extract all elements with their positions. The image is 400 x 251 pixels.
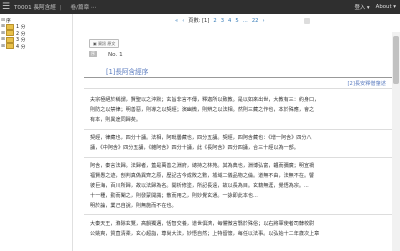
text-line: 大秦天王，滌除玄覽，高韻獨邁，恬智交養，道世俱濟，每懼微言翳於殊俗；以右將軍使者… — [90, 221, 315, 227]
paragraph: 夫宗極絕於稱謂，賢聖以之沖默；玄旨非言不傳，釋迦所以致教。是以如來出世，大教有三… — [90, 96, 390, 126]
paragraph: 阿含，秦言法歸。法歸者，蓋是萬善之淵府，總持之林苑。其為典也，淵博弘富，韞而彌廣… — [90, 162, 390, 212]
document-content: ▣ 資訊 原文 序 No. 1 [1]長阿含經序 [2]長安釋僧肇述 夫宗極絕於… — [84, 32, 392, 251]
top-navbar: ☰ T0001 長阿含經 | 卷/篇章 ⋯ 登入 ▾ About ▾ — [0, 0, 400, 14]
text-line: 明於論，業己自說，則無施而不在也。 — [90, 202, 177, 209]
paragraph-divider — [84, 129, 392, 130]
tree-item-label[interactable]: 序 — [6, 17, 11, 24]
page-link[interactable]: 4 — [228, 18, 231, 24]
doc-name[interactable]: 長阿含經 — [33, 5, 55, 11]
page-link[interactable]: 22 — [252, 18, 259, 24]
tree-item-label[interactable]: 4 分 — [16, 43, 25, 50]
paragraph: 契經，律藏也，四分十誦。法相，阿毗曇藏也，四分五誦。契經，四阿含藏也：《增一阿含… — [90, 134, 390, 154]
about-dropdown[interactable]: About ▾ — [376, 4, 396, 10]
current-page: 頁數: [1] — [188, 18, 210, 24]
folder-icon — [6, 30, 14, 37]
paragraph-divider — [84, 157, 392, 158]
sidebar-tree: ⊟ 序 ⊞ 1 分 ⊞ 2 分 ⊞ 3 分 ⊞ 4 分 — [0, 14, 73, 251]
first-page-link[interactable]: « — [175, 18, 178, 24]
pagination-scroll-icon[interactable] — [304, 18, 310, 24]
topbar-right: 登入 ▾ About ▾ — [354, 0, 396, 14]
text-line: 彼巨海，百川所歸，故以法歸為名。開析修塗，所記長遠，故以長為目。玄籍無涯，覺悟為… — [90, 182, 309, 189]
author-link[interactable]: [2]長安釋僧肇述 — [348, 80, 386, 87]
doc-title-bar: T0001 長阿含經 | — [14, 3, 64, 11]
page-link[interactable]: 2 — [213, 18, 216, 24]
sutra-number: No. 1 — [108, 52, 123, 58]
prev-page-link[interactable]: ‹ — [182, 18, 184, 24]
text-line: 十一種，勤而闡之，則發蒙開識；散而用之，則妙覺玄通。一詠即此本也... — [90, 192, 258, 199]
paragraph: 大秦天王，滌除玄覽，高韻獨邁，恬智交養，道世俱濟，每懼微言翳於殊俗；以右將軍使者… — [90, 220, 390, 240]
text-line: 誦，《中阿含》四分五誦，《雜阿含》四分十誦，此《長阿含》四分四誦，合三十經以為一… — [90, 144, 299, 151]
chapter-nav-dropdown[interactable]: 卷/篇章 ⋯ — [71, 3, 97, 11]
page-ellipsis: … — [242, 17, 248, 24]
page-link[interactable]: 5 — [235, 18, 238, 24]
menu-icon[interactable]: ☰ — [0, 0, 12, 14]
login-dropdown[interactable]: 登入 ▾ — [354, 3, 369, 11]
text-line: 阿含，秦言法歸。法歸者，蓋是萬善之淵府，總持之林苑。其為典也，淵博弘富，韞而彌廣… — [90, 163, 315, 169]
title-divider — [84, 77, 392, 78]
content-divider — [84, 88, 392, 89]
text-line: 福賢愚之迹，剖判真偽異齊之原，歷記古今成敗之數，墟域二儀品物之倫。道無不由，法無… — [90, 172, 315, 179]
page-link[interactable]: 3 — [221, 18, 224, 24]
title-separator: | — [59, 5, 62, 11]
folder-icon — [6, 23, 14, 30]
pagination: « ‹ 頁數: [1] 2 3 4 5 … 22 › — [175, 17, 265, 25]
scrollbar-thumb[interactable] — [393, 36, 399, 84]
text-line: 有本，則異途同歸矣。 — [90, 116, 141, 123]
folder-icon — [6, 43, 14, 50]
text-line: 契經，律藏也，四分十誦。法相，阿毗曇藏也，四分五誦。契經，四阿含藏也：《增一阿含… — [90, 135, 312, 141]
text-line: 公姚爽，質直清柔，玄心超詣，尊尚大法，妙悟自然；上特留懷，每任以法事。以弘始十二… — [90, 230, 320, 237]
paragraph-divider — [84, 214, 392, 215]
tree-item-part-4[interactable]: ⊞ 4 分 — [0, 43, 72, 50]
info-source-button[interactable]: ▣ 資訊 原文 — [89, 39, 120, 48]
section-tag: 序 — [89, 51, 97, 57]
next-page-link[interactable]: › — [262, 18, 264, 24]
text-line: 夫宗極絕於稱謂，賢聖以之沖默；玄旨非言不傳，釋迦所以致教。是以如來出世，大教有三… — [90, 97, 320, 103]
text-line: 則防之以禁律；明善惡，則導之以契經；演幽微，則辨之以法相。然則三藏之作也，本於殊… — [90, 106, 315, 113]
sutra-title[interactable]: [1]長阿含經序 — [106, 66, 148, 76]
doc-id: T0001 — [14, 5, 32, 11]
folder-icon — [6, 36, 14, 43]
